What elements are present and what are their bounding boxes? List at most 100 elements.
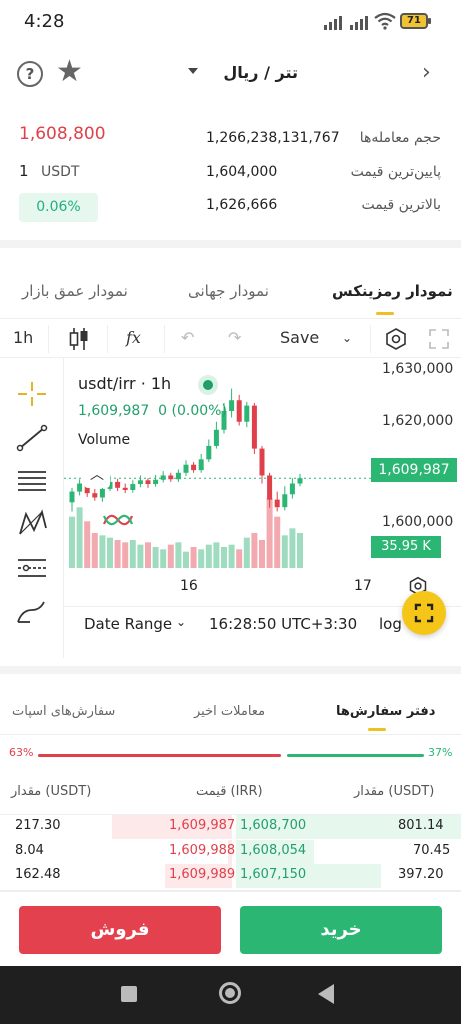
interval-button[interactable]: 1h (13, 328, 33, 347)
volume-tag: 35.95 K (371, 536, 441, 558)
buy-button[interactable]: خرید (240, 906, 442, 954)
candle-body (92, 493, 98, 498)
candle-body (229, 400, 235, 411)
last-price: 1,608,800 (19, 124, 106, 144)
candle-body (122, 487, 128, 490)
collapse-legend-chevron-icon[interactable]: ︿ (84, 462, 110, 488)
candle-body (137, 480, 143, 485)
volume-bar (137, 544, 144, 568)
expand-fullscreen-button[interactable] (402, 591, 446, 635)
volume-bar (221, 547, 227, 568)
volume-label: Volume (78, 432, 131, 448)
pattern-icon[interactable] (14, 508, 50, 540)
ask-price: 1,609,989 (169, 867, 236, 882)
tab-ramzinex-chart[interactable]: نمودار رمزینکس (332, 282, 453, 300)
volume-bar (243, 537, 250, 568)
y-tick-label: 1,630,000 (382, 361, 454, 377)
tab-order-book[interactable]: دفتر سفارش‌ها (336, 704, 435, 719)
volume-bar (99, 535, 106, 568)
x-tick-label: 17 (354, 578, 372, 594)
bid-amount: 70.45 (413, 843, 451, 858)
volume-bar (84, 521, 91, 568)
pair-selector[interactable]: تتر / ریال (188, 61, 298, 87)
undo-icon[interactable]: ↶ (181, 328, 194, 347)
candle-body (99, 488, 105, 498)
candle-body (289, 483, 295, 495)
recents-icon[interactable] (121, 986, 137, 1002)
save-menu-chevron-icon[interactable]: ⌄ (342, 331, 352, 345)
chart-symbol: usdt/irr · 1h (78, 374, 172, 393)
settings-hexagon-icon[interactable] (384, 327, 408, 351)
sell-button[interactable]: فروش (19, 906, 221, 954)
candle-body (259, 448, 265, 476)
back-chevron-icon[interactable]: › (422, 60, 431, 85)
brush-icon[interactable] (14, 596, 50, 628)
tab-recent-trades[interactable]: معاملات اخیر (194, 704, 265, 719)
system-navbar (0, 966, 461, 1024)
divider (0, 240, 461, 248)
volume-bar (190, 547, 197, 568)
volume-bar (167, 544, 174, 568)
date-range-button[interactable]: Date Range (84, 615, 172, 633)
signal-2-icon (350, 14, 374, 30)
volume-bar (228, 544, 235, 568)
ask-price: 1,609,988 (169, 843, 236, 858)
y-tick-label: 1,620,000 (382, 413, 454, 429)
star-icon[interactable]: ★ (56, 54, 83, 89)
chart-area[interactable]: 1,630,000 1,620,000 1,600,000 1,609,987 … (0, 358, 461, 658)
ask-amount: 217.30 (15, 818, 61, 833)
trend-line-icon[interactable] (14, 422, 50, 454)
tab-indicator (368, 728, 386, 731)
help-icon[interactable]: ? (17, 61, 43, 87)
candle-body (168, 475, 174, 480)
legend-last: 1,609,987 (78, 403, 150, 419)
tab-depth-chart[interactable]: نمودار عمق بازار (22, 282, 128, 300)
candles-icon[interactable] (68, 325, 90, 353)
volume-bar (274, 516, 281, 568)
indicators-fx-icon[interactable]: fx (126, 328, 141, 347)
volume-bar (114, 540, 121, 568)
tab-global-chart[interactable]: نمودار جهانی (188, 282, 269, 300)
volume-bar (183, 551, 189, 568)
candlestick-chart[interactable] (64, 358, 371, 598)
back-icon[interactable] (318, 984, 334, 1004)
volume-bar (205, 544, 212, 568)
forecast-icon[interactable] (14, 552, 50, 584)
orderbook-row[interactable]: 217.30 1,609,987 1,608,700 801.14 (0, 815, 461, 839)
orderbook-row[interactable]: 162.48 1,609,989 1,607,150 397.20 (0, 864, 461, 888)
save-button[interactable]: Save (280, 328, 319, 347)
orderbook-row[interactable]: 8.04 1,609,988 1,608,054 70.45 (0, 840, 461, 864)
y-tick-label: 1,600,000 (382, 514, 454, 530)
volume-bar (160, 549, 167, 568)
ask-amount-header: مقدار (USDT) (11, 784, 92, 799)
status-time: 4:28 (24, 11, 65, 32)
home-icon[interactable] (219, 982, 241, 1004)
tab-spot-orders[interactable]: سفارش‌های اسپات (12, 704, 115, 719)
toolbar-separator (48, 325, 49, 353)
candle-body (198, 459, 204, 471)
pair-name: تتر / ریال (223, 63, 298, 82)
volume-bar (198, 549, 205, 568)
date-range-chevron-icon[interactable]: ⌄ (176, 615, 186, 629)
divider (0, 890, 461, 892)
redo-icon[interactable]: ↷ (228, 328, 241, 347)
buy-percentage: 37% (428, 746, 453, 759)
fullscreen-icon[interactable] (428, 328, 450, 350)
log-scale-toggle[interactable]: log (379, 615, 402, 633)
fib-levels-icon[interactable] (14, 466, 50, 498)
candle-body (153, 479, 159, 485)
volume-bar (213, 542, 220, 568)
candle-body (160, 475, 166, 480)
candle-body (251, 405, 257, 449)
compare-logo-icon[interactable] (100, 508, 136, 532)
chevron-down-icon (188, 68, 198, 74)
buy-ratio-bar (287, 754, 424, 757)
crosshair-icon[interactable] (14, 378, 50, 410)
candle-body (236, 400, 242, 422)
sell-percentage: 63% (9, 746, 34, 759)
unit-row: 1 USDT (19, 162, 79, 180)
bid-amount: 397.20 (398, 867, 444, 882)
bid-price: 1,608,054 (240, 843, 307, 858)
change-badge: 0.06% (19, 193, 98, 222)
bid-amount: 801.14 (398, 818, 444, 833)
